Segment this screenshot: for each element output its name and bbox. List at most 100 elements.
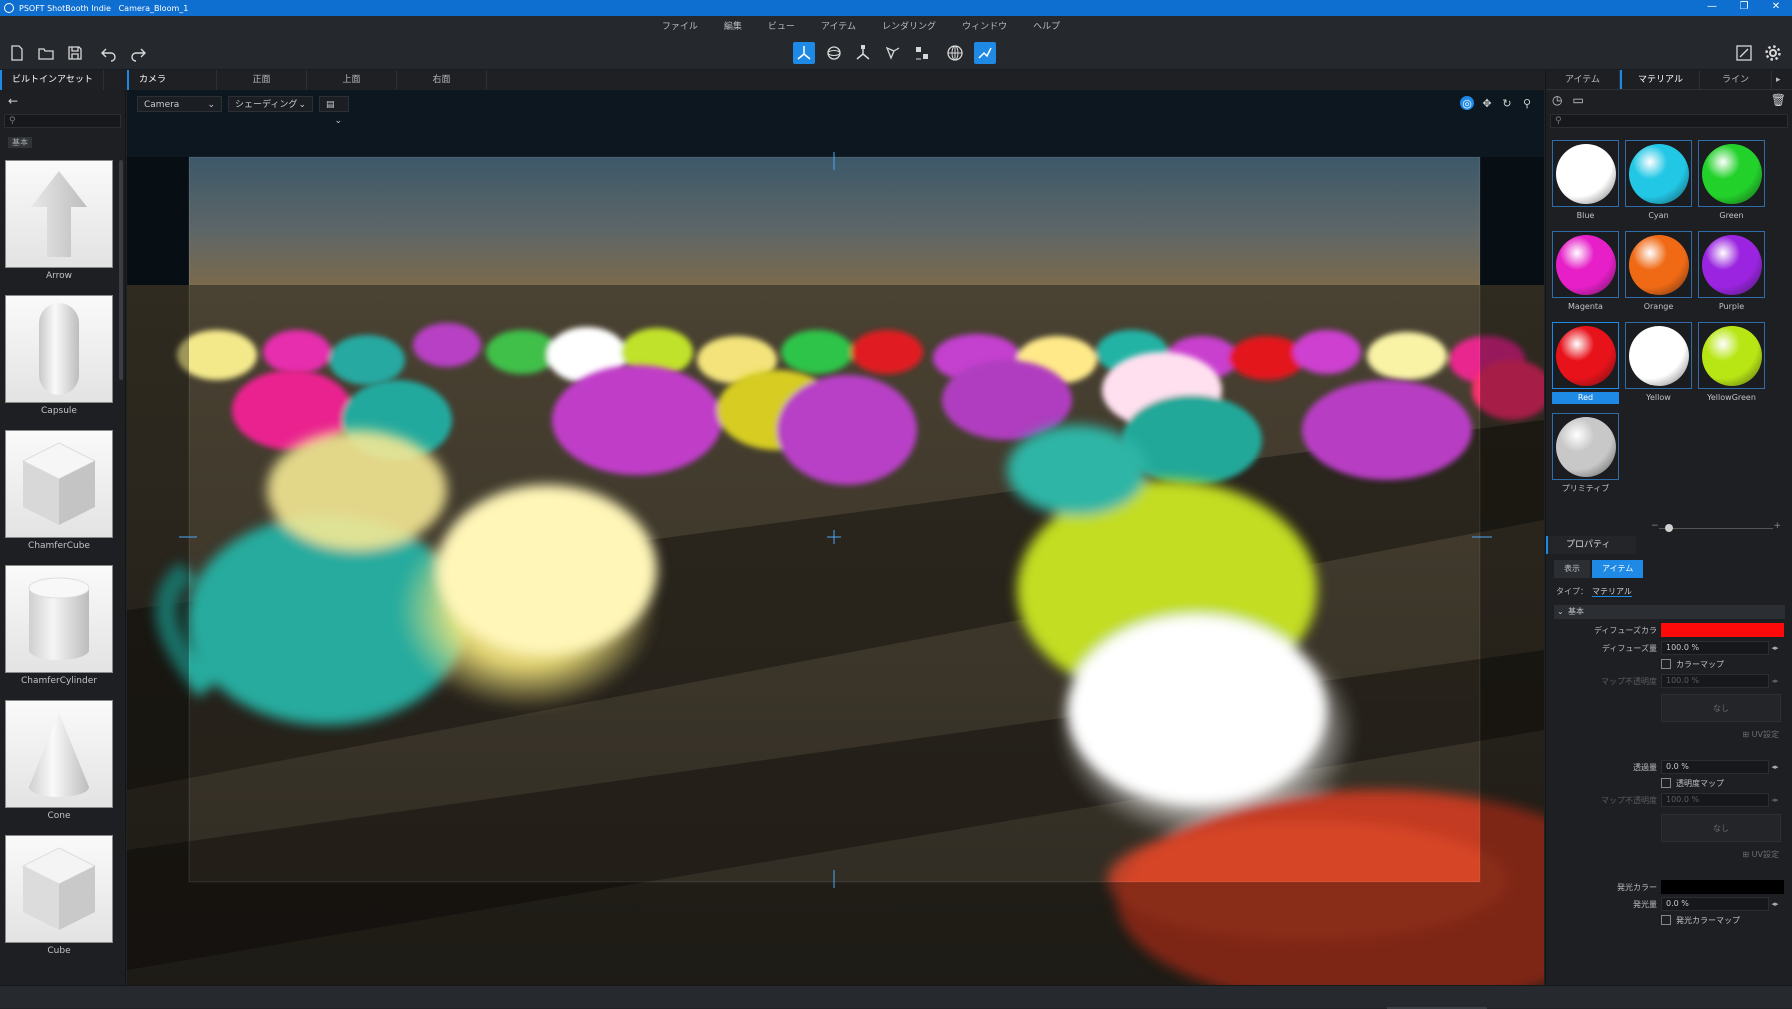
material-label: YellowGreen: [1707, 393, 1756, 402]
tab-properties[interactable]: プロパティ: [1546, 536, 1636, 554]
subtab-display[interactable]: 表示: [1554, 560, 1590, 578]
material-label: Yellow: [1646, 393, 1671, 402]
camera-tool-icon[interactable]: [882, 42, 904, 64]
map-opacity2-input[interactable]: 100.0 %: [1661, 793, 1769, 807]
color-map-dropdown[interactable]: なし: [1661, 694, 1781, 722]
category-chip[interactable]: 基本: [8, 137, 32, 148]
trash-icon[interactable]: 🗑: [1771, 93, 1786, 107]
diffuse-color-swatch[interactable]: [1661, 623, 1784, 637]
shading-dropdown[interactable]: シェーディング ⌄: [228, 96, 313, 112]
menu-view[interactable]: ビュー: [768, 19, 795, 32]
diffuse-color-row: ディフューズカラ: [1546, 622, 1792, 638]
menu-file[interactable]: ファイル: [662, 19, 698, 32]
3d-viewport[interactable]: Camera ⌄ シェーディング ⌄ ▤ ⌄ ◎ ✥ ↻ ⚲: [127, 90, 1544, 985]
monitor-icon[interactable]: ▭: [1572, 93, 1583, 107]
spinner-icon[interactable]: ◂▸: [1770, 761, 1780, 773]
open-folder-icon[interactable]: [35, 42, 57, 64]
snap-tool-icon[interactable]: [974, 42, 996, 64]
history-icon[interactable]: ◷: [1552, 93, 1562, 107]
tab-top[interactable]: 上面: [307, 70, 397, 90]
material-ball: [1701, 143, 1762, 204]
emission-color-swatch[interactable]: [1661, 880, 1784, 894]
map-opacity-input[interactable]: 100.0 %: [1661, 674, 1769, 688]
asset-capsule[interactable]: Capsule: [5, 295, 113, 430]
material-swatch-green[interactable]: Green: [1695, 140, 1768, 231]
tab-front[interactable]: 正面: [217, 70, 307, 90]
chevron-right-icon[interactable]: ▸: [1772, 70, 1781, 89]
uv-settings-button-2[interactable]: ⊞ UV設定: [1742, 848, 1779, 862]
uv-settings-button[interactable]: ⊞ UV設定: [1742, 728, 1779, 742]
material-label: Orange: [1643, 302, 1674, 311]
rotate-tool-icon[interactable]: [823, 42, 845, 64]
new-file-icon[interactable]: [6, 42, 28, 64]
material-swatch-red[interactable]: Red: [1549, 322, 1622, 413]
thumbnail-size-slider[interactable]: − +: [1651, 521, 1781, 534]
diffuse-amount-input[interactable]: 100.0 %: [1661, 641, 1769, 655]
orbit-icon[interactable]: ↻: [1500, 96, 1514, 110]
subtab-item[interactable]: アイテム: [1592, 560, 1644, 578]
transparency-input[interactable]: 0.0 %: [1661, 760, 1769, 774]
material-swatch-yellowgreen[interactable]: YellowGreen: [1695, 322, 1768, 413]
section-basic[interactable]: ⌄ 基本: [1554, 605, 1785, 619]
material-swatch-プリミティブ[interactable]: プリミティブ: [1549, 413, 1622, 504]
tab-line[interactable]: ライン: [1700, 70, 1772, 89]
emission-amount-input[interactable]: 0.0 %: [1661, 897, 1769, 911]
material-swatch-blue[interactable]: Blue: [1549, 140, 1622, 231]
tab-builtin-assets[interactable]: ビルトインアセット: [0, 70, 104, 90]
asset-cone[interactable]: Cone: [5, 700, 113, 835]
material-swatch-yellow[interactable]: Yellow: [1622, 322, 1695, 413]
camera-dropdown[interactable]: Camera ⌄: [137, 96, 222, 112]
material-swatch-purple[interactable]: Purple: [1695, 231, 1768, 322]
close-button[interactable]: ✕: [1760, 0, 1792, 16]
save-icon[interactable]: [64, 42, 86, 64]
scale-tool-icon[interactable]: [852, 42, 874, 64]
menu-item[interactable]: アイテム: [821, 19, 856, 32]
asset-chamfercube[interactable]: ChamferCube: [5, 430, 113, 565]
material-search-input[interactable]: ⚲: [1550, 114, 1788, 128]
zoom-in-icon[interactable]: +: [1773, 521, 1781, 531]
menu-rendering[interactable]: レンダリング: [882, 19, 936, 32]
globe-icon[interactable]: [944, 42, 966, 64]
color-map-checkbox[interactable]: [1661, 659, 1671, 669]
spinner-icon[interactable]: ◂▸: [1770, 675, 1780, 687]
emission-map-checkbox[interactable]: [1661, 915, 1671, 925]
back-arrow-icon[interactable]: ←: [0, 90, 125, 112]
spinner-icon[interactable]: ◂▸: [1770, 898, 1780, 910]
focus-target-icon[interactable]: ◎: [1460, 96, 1474, 110]
spinner-icon[interactable]: ◂▸: [1770, 794, 1780, 806]
tab-material[interactable]: マテリアル: [1620, 70, 1700, 89]
maximize-button[interactable]: ❐: [1728, 0, 1760, 16]
material-swatch-orange[interactable]: Orange: [1622, 231, 1695, 322]
asset-search-input[interactable]: ⚲: [4, 114, 121, 128]
spinner-icon[interactable]: ◂▸: [1770, 642, 1780, 654]
clipboard-dropdown[interactable]: ▤ ⌄: [319, 96, 349, 126]
slider-knob[interactable]: [1665, 524, 1673, 532]
view-tabs: カメラ 正面 上面 右面: [127, 70, 1544, 90]
zoom-out-icon[interactable]: −: [1651, 521, 1659, 531]
material-swatch-cyan[interactable]: Cyan: [1622, 140, 1695, 231]
align-tool-icon[interactable]: [911, 42, 933, 64]
settings-gear-icon[interactable]: [1762, 42, 1784, 64]
tab-right[interactable]: 右面: [397, 70, 487, 90]
undo-icon[interactable]: [98, 42, 120, 64]
tab-camera[interactable]: カメラ: [127, 70, 217, 90]
asset-cube[interactable]: Cube: [5, 835, 113, 970]
menu-edit[interactable]: 編集: [724, 19, 742, 32]
menu-window[interactable]: ウィンドウ: [962, 19, 1007, 32]
transparency-map-checkbox[interactable]: [1661, 778, 1671, 788]
asset-chamfercylinder[interactable]: ChamferCylinder: [5, 565, 113, 700]
tab-item[interactable]: アイテム: [1546, 70, 1620, 89]
main-toolbar: [0, 34, 1792, 70]
material-swatch-magenta[interactable]: Magenta: [1549, 231, 1622, 322]
minimize-button[interactable]: —: [1696, 0, 1728, 16]
zoom-icon[interactable]: ⚲: [1520, 96, 1534, 110]
pan-icon[interactable]: ✥: [1480, 96, 1494, 110]
transparency-map-dropdown[interactable]: なし: [1661, 814, 1781, 842]
redo-icon[interactable]: [127, 42, 149, 64]
move-tool-icon[interactable]: [793, 42, 815, 64]
menu-help[interactable]: ヘルプ: [1033, 19, 1060, 32]
render-icon[interactable]: [1733, 42, 1755, 64]
asset-scrollbar[interactable]: [119, 160, 123, 380]
material-ball: [1701, 325, 1762, 386]
asset-arrow[interactable]: Arrow: [5, 160, 113, 295]
